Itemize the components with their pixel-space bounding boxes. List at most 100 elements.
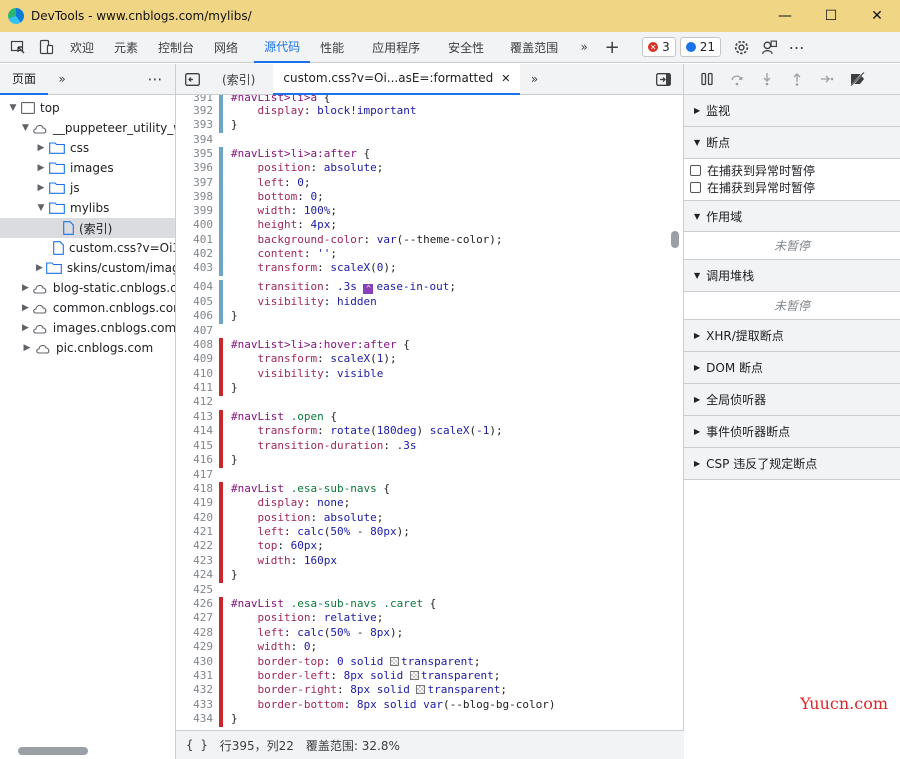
line-number[interactable]: 411 <box>176 381 213 395</box>
line-number[interactable]: 416 <box>176 453 213 467</box>
code-line[interactable]: 413 #navList .open { <box>176 410 670 425</box>
code-line[interactable]: 411} <box>176 381 670 396</box>
line-number[interactable]: 395 <box>176 147 213 161</box>
collapse-arrow-icon[interactable]: ▼ <box>8 103 18 113</box>
line-number[interactable]: 424 <box>176 568 213 582</box>
line-number[interactable]: 430 <box>176 655 213 669</box>
close-window-button[interactable]: ✕ <box>854 0 900 32</box>
code-line[interactable]: 423 width: 160px <box>176 554 670 569</box>
line-number[interactable]: 406 <box>176 309 213 323</box>
editor-vertical-scrollbar[interactable] <box>671 231 679 248</box>
user-feedback-icon[interactable] <box>755 33 783 61</box>
line-number[interactable]: 434 <box>176 712 213 726</box>
code-line[interactable]: 395 #navList>li>a:after { <box>176 147 670 162</box>
settings-gear-icon[interactable] <box>727 33 755 61</box>
code-line[interactable]: 428 left: calc(50% - 8px); <box>176 626 670 641</box>
editor-tab-index[interactable]: (索引) <box>212 64 265 95</box>
code-line[interactable]: 400 height: 4px; <box>176 218 670 233</box>
line-number[interactable]: 404 <box>176 280 213 294</box>
expand-arrow-icon[interactable]: ▶ <box>22 283 29 293</box>
code-line[interactable]: 416} <box>176 453 670 468</box>
expand-arrow-icon[interactable]: ▶ <box>22 323 29 333</box>
deactivate-breakpoints-icon[interactable] <box>842 65 872 93</box>
code-line[interactable]: 397 left: 0; <box>176 176 670 191</box>
tab-performance[interactable]: 性能 <box>310 32 354 63</box>
csp-violation-breakpoints-section[interactable]: ▶ CSP 违反了规定断点 <box>684 448 900 480</box>
navigator-horizontal-scrollbar[interactable] <box>18 747 88 755</box>
code-line[interactable]: 426 #navList .esa-sub-navs .caret { <box>176 597 670 612</box>
expand-arrow-icon[interactable]: ▶ <box>36 263 43 273</box>
tab-coverage[interactable]: 覆盖范围 <box>500 32 568 63</box>
tree-node[interactable]: ▼ __puppeteer_utility_wc <box>0 118 175 138</box>
line-number[interactable]: 432 <box>176 683 213 697</box>
line-number[interactable]: 394 <box>176 133 213 147</box>
global-listeners-section[interactable]: ▶ 全局侦听器 <box>684 384 900 416</box>
code-line[interactable]: 408 #navList>li>a:hover:after { <box>176 338 670 353</box>
more-tabs-icon[interactable]: » <box>570 33 598 61</box>
code-line[interactable]: 412 <box>176 395 670 409</box>
line-number[interactable]: 414 <box>176 424 213 438</box>
line-number[interactable]: 400 <box>176 218 213 232</box>
maximize-button[interactable]: ☐ <box>808 0 854 32</box>
tree-node[interactable]: ▶ images <box>0 158 175 178</box>
line-number[interactable]: 425 <box>176 583 213 597</box>
code-line[interactable]: 427 position: relative; <box>176 611 670 626</box>
line-number[interactable]: 433 <box>176 698 213 712</box>
expand-arrow-icon[interactable]: ▶ <box>36 183 46 193</box>
line-number[interactable]: 422 <box>176 539 213 553</box>
expand-arrow-icon[interactable]: ▶ <box>36 163 46 173</box>
line-number[interactable]: 413 <box>176 410 213 424</box>
dom-breakpoints-section[interactable]: ▶ DOM 断点 <box>684 352 900 384</box>
line-number[interactable]: 410 <box>176 367 213 381</box>
code-line[interactable]: 425 <box>176 583 670 597</box>
tree-node[interactable]: ▶ common.cnblogs.com <box>0 298 175 318</box>
code-line[interactable]: 414 transform: rotate(180deg) scaleX(-1)… <box>176 424 670 439</box>
code-line[interactable]: 394 <box>176 133 670 147</box>
code-line[interactable]: 419 display: none; <box>176 496 670 511</box>
tree-node[interactable]: ▶ pic.cnblogs.com <box>0 338 175 358</box>
expand-arrow-icon[interactable]: ▶ <box>36 143 46 153</box>
code-line[interactable]: 434} <box>176 712 670 727</box>
tab-sources[interactable]: 源代码 <box>254 32 311 63</box>
line-number[interactable]: 393 <box>176 118 213 132</box>
line-number[interactable]: 398 <box>176 190 213 204</box>
code-line[interactable]: 432 border-right: 8px solid transparent; <box>176 683 670 698</box>
minimize-button[interactable]: — <box>762 0 808 32</box>
code-line[interactable]: 421 left: calc(50% - 80px); <box>176 525 670 540</box>
line-number[interactable]: 407 <box>176 324 213 338</box>
line-number[interactable]: 431 <box>176 669 213 683</box>
pause-uncaught-checkbox[interactable]: 在捕获到异常时暂停 <box>684 162 900 179</box>
tree-node[interactable]: ▼ mylibs <box>0 198 175 218</box>
navigator-menu-icon[interactable]: ⋯ <box>141 65 169 93</box>
line-number[interactable]: 427 <box>176 611 213 625</box>
tab-elements[interactable]: 元素 <box>104 32 148 63</box>
checkbox-box[interactable] <box>690 165 701 176</box>
code-line[interactable]: 407 <box>176 324 670 338</box>
line-number[interactable]: 415 <box>176 439 213 453</box>
line-number[interactable]: 409 <box>176 352 213 366</box>
code-line[interactable]: 392 display: block!important <box>176 104 670 119</box>
toggle-debugger-icon[interactable] <box>649 65 677 93</box>
code-line[interactable]: 398 bottom: 0; <box>176 190 670 205</box>
code-line[interactable]: 420 position: absolute; <box>176 511 670 526</box>
more-editor-tabs-icon[interactable]: » <box>520 65 548 93</box>
add-tool-icon[interactable]: + <box>598 33 626 61</box>
collapse-arrow-icon[interactable]: ▼ <box>22 123 29 133</box>
callstack-section[interactable]: ▼ 调用堆栈 <box>684 260 900 292</box>
line-number[interactable]: 417 <box>176 468 213 482</box>
watch-section[interactable]: ▶ 监视 <box>684 95 900 127</box>
messages-badge[interactable]: 21 <box>679 37 722 57</box>
line-number[interactable]: 403 <box>176 261 213 275</box>
xhr-breakpoints-section[interactable]: ▶ XHR/提取断点 <box>684 320 900 352</box>
step-icon[interactable] <box>812 65 842 93</box>
code-line[interactable]: 422 top: 60px; <box>176 539 670 554</box>
tree-node[interactable]: (索引) <box>0 218 175 238</box>
code-line[interactable]: 418 #navList .esa-sub-navs { <box>176 482 670 497</box>
line-number[interactable]: 420 <box>176 511 213 525</box>
line-number[interactable]: 429 <box>176 640 213 654</box>
code-line[interactable]: 402 content: ''; <box>176 247 670 262</box>
expand-arrow-icon[interactable]: ▶ <box>22 343 32 353</box>
code-line[interactable]: 430 border-top: 0 solid transparent; <box>176 655 670 670</box>
line-number[interactable]: 423 <box>176 554 213 568</box>
tab-console[interactable]: 控制台 <box>148 32 204 63</box>
